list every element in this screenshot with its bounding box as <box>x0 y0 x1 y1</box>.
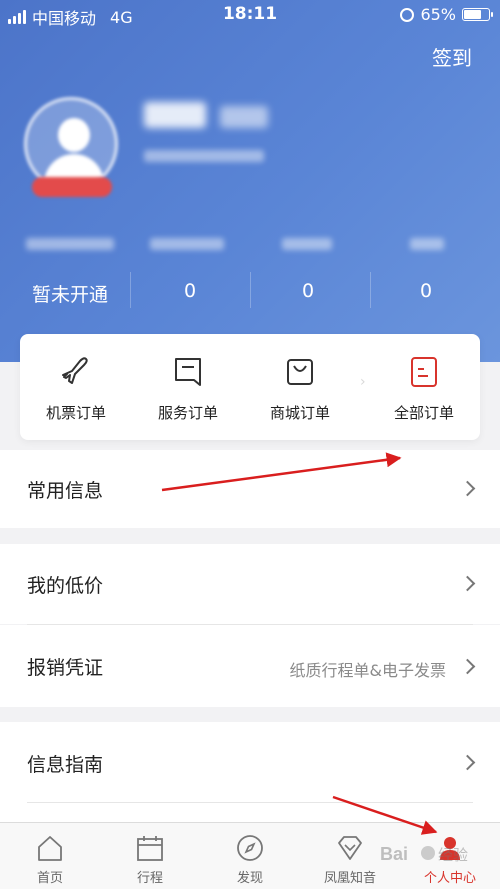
battery-percent: 65% <box>420 5 456 24</box>
tab-phoenix-miles-label: 凤凰知音 <box>323 871 376 886</box>
home-icon <box>38 836 62 861</box>
common-info-label: 常用信息 <box>27 480 104 502</box>
stat-divider <box>370 272 371 308</box>
alarm-icon <box>400 7 415 22</box>
signin-button[interactable]: 签到 <box>432 42 472 71</box>
all-orders-button[interactable]: 全部订单 <box>368 334 480 440</box>
tab-discover-label: 发现 <box>236 871 263 886</box>
stat-value[interactable]: 0 <box>140 280 240 302</box>
reimbursement-row[interactable]: 报销凭证 纸质行程单&电子发票 <box>0 625 500 707</box>
all-orders-icon <box>411 357 437 387</box>
svg-text:经验: 经验 <box>438 847 468 864</box>
reimbursement-subtitle: 纸质行程单&电子发票 <box>289 661 446 680</box>
service-orders-button[interactable]: 服务订单 <box>132 334 244 440</box>
chevron-right-icon <box>459 658 476 675</box>
my-low-price-label: 我的低价 <box>27 575 104 597</box>
calendar-icon <box>137 836 163 861</box>
stat-label-blurred <box>150 238 224 250</box>
compass-icon <box>237 835 263 861</box>
tab-trips-label: 行程 <box>136 871 163 886</box>
stat-label-blurred <box>26 238 114 250</box>
shopping-bag-icon <box>287 359 313 385</box>
flight-orders-label: 机票订单 <box>45 404 106 422</box>
mall-orders-button[interactable]: 商城订单 <box>244 334 356 440</box>
service-icon <box>175 358 201 386</box>
common-info-row[interactable]: 常用信息 <box>0 450 500 528</box>
stat-value[interactable]: 0 <box>376 280 476 302</box>
status-bar: 中国移动 4G 18:11 65% <box>0 0 500 30</box>
tab-home[interactable]: 首页 <box>0 823 100 889</box>
my-low-price-row[interactable]: 我的低价 <box>0 544 500 624</box>
tab-trips[interactable]: 行程 <box>100 823 200 889</box>
user-tag-blurred <box>220 106 268 128</box>
all-orders-label: 全部订单 <box>393 404 454 422</box>
battery-icon <box>462 8 493 21</box>
stat-label-blurred <box>282 238 332 250</box>
reimbursement-label: 报销凭证 <box>27 657 104 679</box>
tab-discover[interactable]: 发现 <box>200 823 300 889</box>
info-guide-row[interactable]: 信息指南 <box>0 722 500 822</box>
stat-value[interactable]: 0 <box>258 280 358 302</box>
chevron-right-icon <box>459 480 476 497</box>
diamond-icon <box>338 836 362 860</box>
baidu-watermark-logo: Bai 经验 <box>380 844 468 864</box>
user-name-blurred <box>144 102 206 128</box>
user-id-blurred <box>144 150 264 162</box>
chevron-right-icon <box>459 575 476 592</box>
service-orders-label: 服务订单 <box>157 404 218 422</box>
stat-divider <box>130 272 131 308</box>
separator-chevron-icon: › <box>360 374 366 390</box>
chevron-right-icon <box>459 754 476 771</box>
stat-label-blurred <box>410 238 444 250</box>
svg-text:Bai: Bai <box>380 844 408 864</box>
tab-home-label: 首页 <box>36 871 63 886</box>
stat-divider <box>250 272 251 308</box>
member-level-badge <box>32 177 112 197</box>
row-divider <box>27 802 473 803</box>
mall-orders-label: 商城订单 <box>269 404 330 422</box>
plane-icon <box>62 357 88 384</box>
info-guide-label: 信息指南 <box>27 754 104 776</box>
membership-status[interactable]: 暂未开通 <box>20 280 120 307</box>
orders-card: 机票订单 服务订单 商城订单 › 全部订单 <box>20 334 480 440</box>
flight-orders-button[interactable]: 机票订单 <box>20 334 132 440</box>
